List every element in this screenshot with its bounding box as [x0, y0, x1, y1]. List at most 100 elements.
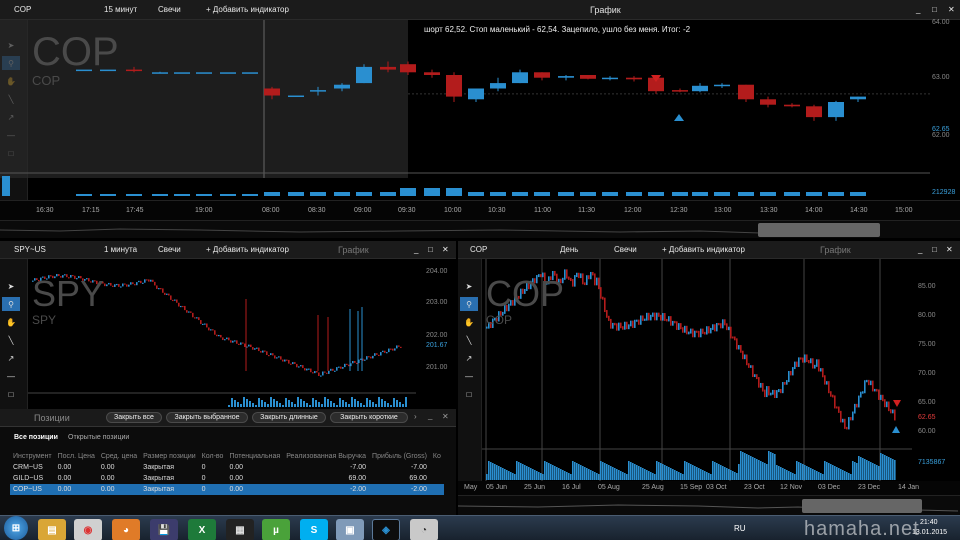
- close-short-button[interactable]: Закрыть короткие: [330, 412, 408, 423]
- positions-minimize-icon[interactable]: _: [428, 411, 432, 420]
- table-row[interactable]: CRM~US 0.00 0.00 Закрытая 0 0.00 -7.00 -…: [10, 462, 444, 473]
- spy-hand-tool-icon[interactable]: ✋: [2, 315, 20, 329]
- copday-minimize-icon[interactable]: _: [918, 241, 922, 258]
- media-player-icon[interactable]: ▦: [226, 519, 254, 540]
- spy-symbol-selector[interactable]: SPY~US: [14, 241, 46, 258]
- candle-body: [368, 356, 370, 358]
- volume-bar: [520, 463, 522, 480]
- copday-scroll-thumb[interactable]: [802, 499, 922, 513]
- volume-bar: [294, 404, 296, 407]
- candle-body: [740, 345, 742, 353]
- spy-zoom-tool-icon[interactable]: ⚲: [2, 297, 20, 311]
- col-last-price[interactable]: Посл. Цена: [55, 451, 98, 462]
- copday-add-indicator-button[interactable]: + Добавить индикатор: [662, 241, 745, 258]
- tab-all-positions[interactable]: Все позиции: [14, 434, 58, 441]
- main-scrollbar[interactable]: [0, 220, 960, 238]
- spy-timeframe-selector[interactable]: 1 минута: [104, 241, 137, 258]
- copday-maximize-icon[interactable]: □: [932, 241, 937, 258]
- spy-chart-area[interactable]: SPY SPY 204.00 203.00 202.00 201.67 201.…: [28, 259, 456, 409]
- close-all-button[interactable]: Закрыть все: [106, 412, 162, 423]
- copday-timeframe-selector[interactable]: День: [560, 241, 578, 258]
- copday-hline-tool-icon[interactable]: —: [460, 369, 478, 383]
- copday-hand-tool-icon[interactable]: ✋: [460, 315, 478, 329]
- candle-body: [598, 277, 600, 290]
- volume-bar: [512, 473, 514, 480]
- volume-bar: [684, 461, 686, 480]
- volume-bar: [702, 470, 704, 480]
- table-row[interactable]: GILD~US 0.00 0.00 Закрытая 0 0.00 69.00 …: [10, 473, 444, 484]
- main-symbol-selector[interactable]: COP: [14, 0, 31, 19]
- copday-line-tool-icon[interactable]: ╲: [460, 333, 478, 347]
- spy-arrow-tool-icon[interactable]: ↗: [2, 351, 20, 365]
- copday-rect-tool-icon[interactable]: □: [460, 387, 478, 401]
- close-long-button[interactable]: Закрыть длинные: [252, 412, 326, 423]
- copday-close-icon[interactable]: ✕: [946, 241, 953, 258]
- save-app-icon[interactable]: 💾: [150, 519, 178, 540]
- chrome-icon[interactable]: ◉: [74, 519, 102, 540]
- copday-symbol-selector[interactable]: COP: [470, 241, 487, 258]
- table-row-selected[interactable]: COP~US 0.00 0.00 Закрытая 0 0.00 -2.00 -…: [10, 484, 444, 495]
- positions-close-icon[interactable]: ✕: [442, 412, 449, 421]
- volume-bar: [822, 474, 824, 480]
- col-avg-price[interactable]: Сред. цена: [98, 451, 140, 462]
- col-position-size[interactable]: Размер позиции: [140, 451, 199, 462]
- cell-instrument: GILD~US: [13, 475, 44, 482]
- copday-scrollbar[interactable]: [457, 495, 960, 515]
- spy-add-indicator-button[interactable]: + Добавить индикатор: [206, 241, 289, 258]
- volume-bar: [285, 398, 287, 407]
- spy-charttype-selector[interactable]: Свечи: [158, 241, 181, 258]
- excel-icon[interactable]: X: [188, 519, 216, 540]
- candle-body: [662, 313, 664, 321]
- col-instrument[interactable]: Инструмент: [10, 451, 55, 462]
- taskbar-time[interactable]: 21:40: [920, 519, 938, 526]
- copday-charttype-selector[interactable]: Свечи: [614, 241, 637, 258]
- close-selected-button[interactable]: Закрыть выбранное: [166, 412, 248, 423]
- copday-pointer-tool-icon[interactable]: ➤: [460, 279, 478, 293]
- copday-arrow-tool-icon[interactable]: ↗: [460, 351, 478, 365]
- main-chart-area[interactable]: COP COP шорт 62,52. Стоп маленький - 62,…: [0, 19, 960, 200]
- tool-app-icon[interactable]: ◔: [410, 519, 438, 540]
- start-button-icon[interactable]: ⊞: [4, 516, 28, 540]
- spy-rect-tool-icon[interactable]: □: [2, 387, 20, 401]
- taskbar-language[interactable]: RU: [734, 524, 746, 533]
- candle-body: [832, 394, 834, 398]
- network-app-icon[interactable]: ▣: [336, 519, 364, 540]
- taskbar-date[interactable]: 13.01.2015: [912, 529, 947, 536]
- volume-bar: [720, 465, 722, 480]
- col-potential[interactable]: Потенциальная: [226, 451, 283, 462]
- copday-chart-area[interactable]: COP COP 85.00 80.00 75.00 70.00 65.00 62…: [482, 259, 960, 481]
- volume-bar: [890, 458, 892, 480]
- volume-bar: [618, 470, 620, 480]
- candle-body: [174, 299, 176, 301]
- spy-maximize-icon[interactable]: □: [428, 241, 433, 258]
- spy-hline-tool-icon[interactable]: —: [2, 369, 20, 383]
- skype-icon[interactable]: S: [300, 519, 328, 540]
- main-add-indicator-button[interactable]: + Добавить индикатор: [206, 0, 289, 19]
- firefox-icon[interactable]: ◕: [112, 519, 140, 540]
- main-timeframe-selector[interactable]: 15 минут: [104, 0, 137, 19]
- copday-zoom-tool-icon[interactable]: ⚲: [460, 297, 478, 311]
- candle-body: [534, 72, 550, 78]
- close-icon[interactable]: ✕: [948, 0, 955, 19]
- col-qty[interactable]: Кол-во: [199, 451, 227, 462]
- candle-body: [738, 84, 754, 100]
- main-charttype-selector[interactable]: Свечи: [158, 0, 181, 19]
- positions-more-icon[interactable]: ›: [414, 412, 417, 421]
- spy-minimize-icon[interactable]: _: [414, 241, 418, 258]
- spy-close-icon[interactable]: ✕: [442, 241, 449, 258]
- col-gross-profit[interactable]: Прибыль (Gross): [369, 451, 430, 462]
- maximize-icon[interactable]: □: [932, 0, 937, 19]
- candle-body: [754, 374, 756, 378]
- col-extra[interactable]: Ко: [430, 451, 444, 462]
- trading-app-icon[interactable]: ◈: [372, 519, 400, 540]
- utorrent-icon[interactable]: µ: [262, 519, 290, 540]
- volume-bar: [804, 465, 806, 480]
- col-realized[interactable]: Реализованная Выручка: [283, 451, 369, 462]
- spy-line-tool-icon[interactable]: ╲: [2, 333, 20, 347]
- main-scroll-thumb[interactable]: [758, 223, 880, 237]
- minimize-icon[interactable]: _: [916, 0, 920, 19]
- explorer-icon[interactable]: ▤: [38, 519, 66, 540]
- tab-open-positions[interactable]: Открытые позиции: [68, 434, 129, 441]
- cell-gross: -2.00: [369, 484, 430, 495]
- spy-pointer-tool-icon[interactable]: ➤: [2, 279, 20, 293]
